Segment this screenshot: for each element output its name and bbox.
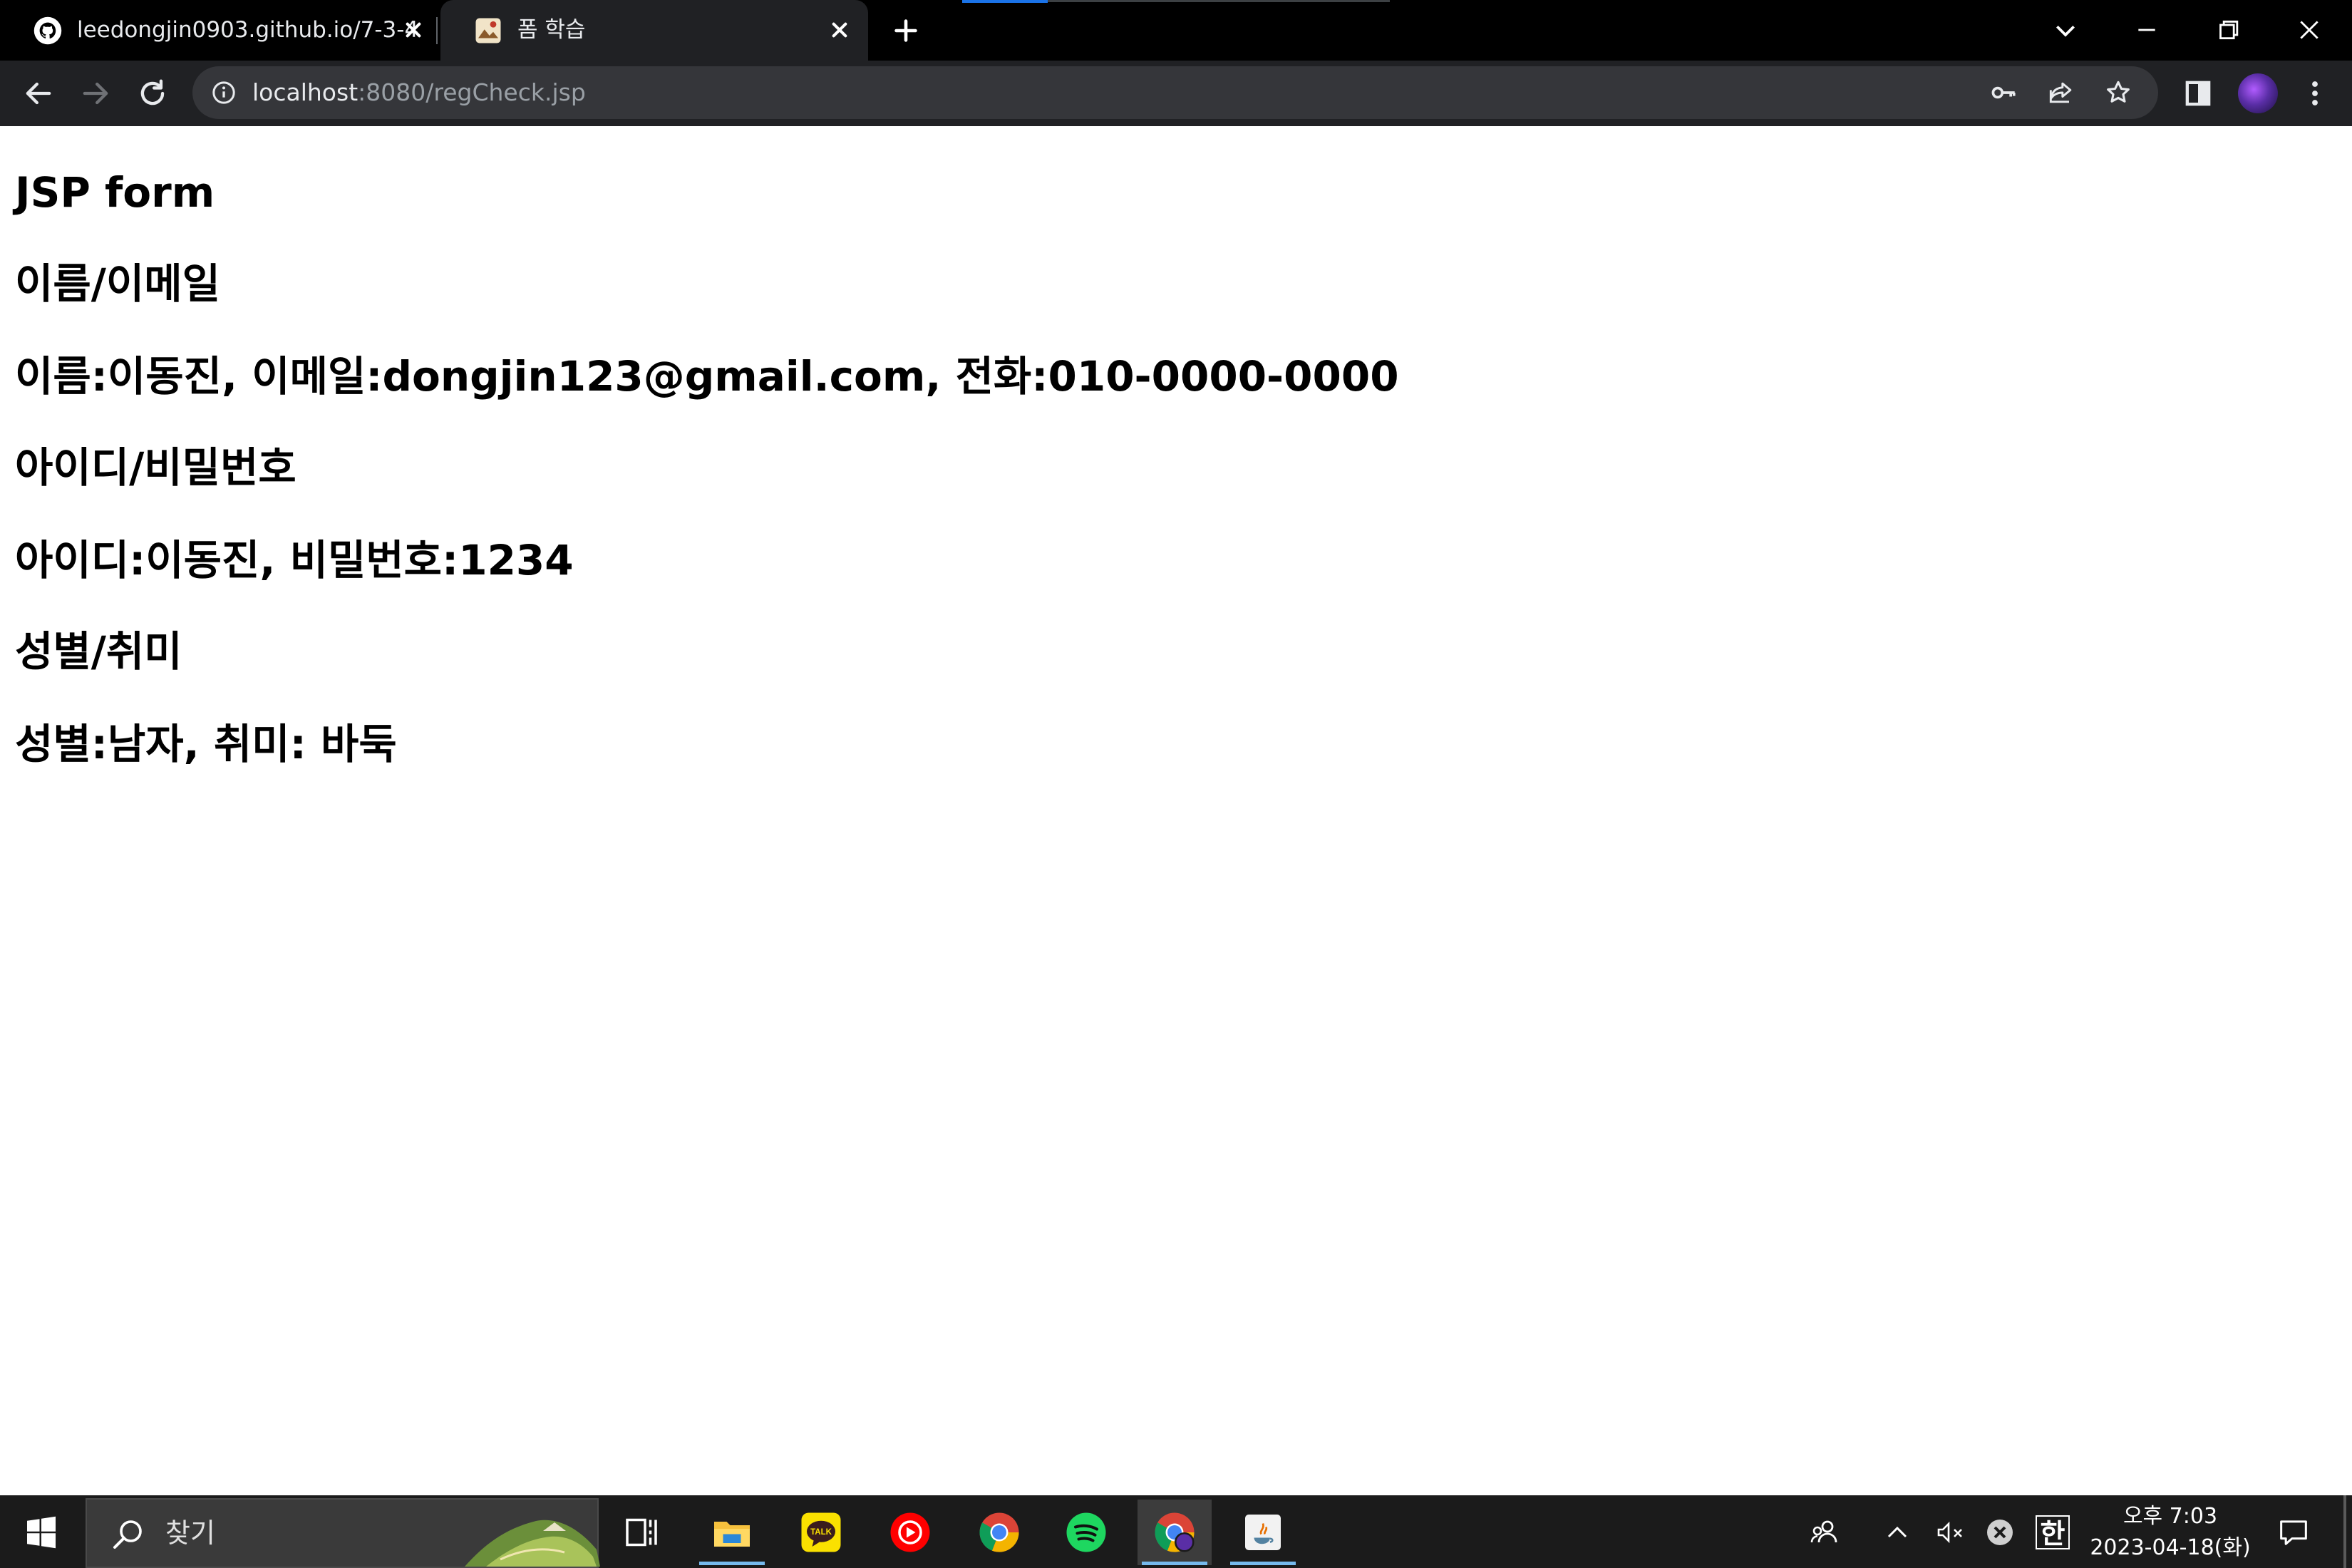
ime-hangul-indicator[interactable]: 한 [2036, 1515, 2070, 1549]
key-icon[interactable] [1989, 77, 2020, 108]
chevron-up-icon[interactable] [1880, 1515, 1914, 1549]
taskbar-chrome[interactable] [962, 1500, 1036, 1565]
forward-arrow-icon[interactable] [77, 75, 114, 112]
result-id-password: 아이디:이동진, 비밀번호:1234 [15, 536, 574, 584]
java-icon [1245, 1515, 1281, 1550]
share-icon[interactable] [2046, 77, 2077, 108]
svg-text:TALK: TALK [810, 1528, 832, 1537]
taskbar-youtube-music[interactable] [873, 1500, 947, 1565]
taskbar-clock[interactable]: 오후 7:03 2023-04-18(화) [2088, 1501, 2252, 1564]
restore-window-icon[interactable] [2208, 10, 2248, 50]
taskbar-spotify[interactable] [1049, 1500, 1123, 1565]
taskbar-chrome-profile-active[interactable] [1138, 1500, 1212, 1565]
minimize-icon[interactable] [2127, 10, 2167, 50]
close-window-icon[interactable] [2289, 10, 2329, 50]
taskbar-kakaotalk[interactable]: TALK [784, 1500, 858, 1565]
tab-loading-indicator [962, 0, 1048, 3]
more-vertical-icon[interactable] [2296, 75, 2333, 112]
show-desktop-button[interactable] [2343, 1495, 2346, 1568]
url-path: :8080/regCheck.jsp [358, 78, 586, 106]
search-placeholder: 찾기 [165, 1517, 215, 1549]
windows-taskbar: 찾기 TALK 한 오후 7:03 2023-04-18(화) [0, 1495, 2352, 1568]
spotify-icon [1066, 1512, 1106, 1552]
network-disconnected-icon[interactable] [1983, 1515, 2017, 1549]
web-page: JSP form 이름/이메일 이름:이동진, 이메일:dongjin123@g… [0, 127, 2352, 1495]
tab-github[interactable]: leedongjin0903.github.io/7-3-4 [0, 0, 438, 61]
info-icon[interactable] [210, 78, 238, 107]
close-tab-icon[interactable] [825, 16, 854, 44]
taskbar-search-box[interactable]: 찾기 [86, 1498, 600, 1568]
running-indicator [1142, 1562, 1207, 1565]
notification-center-icon[interactable] [2274, 1514, 2314, 1551]
section-heading-id-password: 아이디/비밀번호 [15, 443, 296, 492]
browser-toolbar: localhost:8080/regCheck.jsp [0, 61, 2352, 187]
github-icon [33, 16, 62, 45]
tab-separator [436, 17, 438, 44]
tab-form-study[interactable]: 폼 학습 [440, 0, 868, 61]
back-arrow-icon[interactable] [20, 75, 57, 112]
running-indicator [699, 1562, 765, 1565]
star-icon[interactable] [2103, 77, 2134, 108]
tab-title: leedongjin0903.github.io/7-3-4 [77, 17, 419, 43]
address-bar[interactable]: localhost:8080/regCheck.jsp [192, 66, 2158, 119]
site-favicon-icon [475, 18, 501, 43]
chrome-profile-icon [1155, 1512, 1195, 1552]
close-tab-icon[interactable] [399, 16, 428, 44]
new-tab-plus-icon[interactable] [889, 14, 922, 47]
reload-icon[interactable] [134, 75, 171, 112]
tab-title: 폼 학습 [517, 17, 586, 43]
section-heading-name-email: 이름/이메일 [15, 259, 220, 308]
page-title: JSP form [15, 168, 215, 217]
url-text[interactable]: localhost:8080/regCheck.jsp [252, 66, 586, 119]
clock-date: 2023-04-18(화) [2090, 1535, 2251, 1560]
volume-muted-icon[interactable] [1933, 1515, 1967, 1549]
youtube-music-icon [890, 1512, 930, 1552]
side-panel-icon[interactable] [2180, 75, 2217, 112]
tab-strip: leedongjin0903.github.io/7-3-4 폼 학습 [0, 0, 2352, 61]
clock-time: 오후 7:03 [2123, 1504, 2218, 1529]
folder-icon [714, 1522, 750, 1547]
chrome-icon [979, 1512, 1019, 1552]
task-view-icon[interactable] [620, 1511, 663, 1554]
chevron-down-icon[interactable] [2046, 10, 2085, 50]
profile-avatar[interactable] [2238, 73, 2278, 113]
tab-loading-track [1048, 0, 1390, 2]
taskbar-file-explorer[interactable] [695, 1500, 769, 1565]
kakaotalk-icon: TALK [801, 1512, 841, 1552]
running-indicator [1230, 1562, 1296, 1565]
search-highlight-illustration-icon [465, 1520, 600, 1567]
section-heading-gender-hobby: 성별/취미 [15, 627, 182, 676]
result-gender-hobby: 성별:남자, 취미: 바둑 [15, 720, 397, 768]
people-icon[interactable] [1807, 1515, 1842, 1549]
windows-start-icon[interactable] [14, 1511, 68, 1554]
search-icon [113, 1520, 142, 1549]
taskbar-java[interactable] [1226, 1500, 1300, 1565]
result-name-email: 이름:이동진, 이메일:dongjin123@gmail.com, 전화:010… [15, 352, 1399, 401]
url-host: localhost [252, 78, 359, 106]
